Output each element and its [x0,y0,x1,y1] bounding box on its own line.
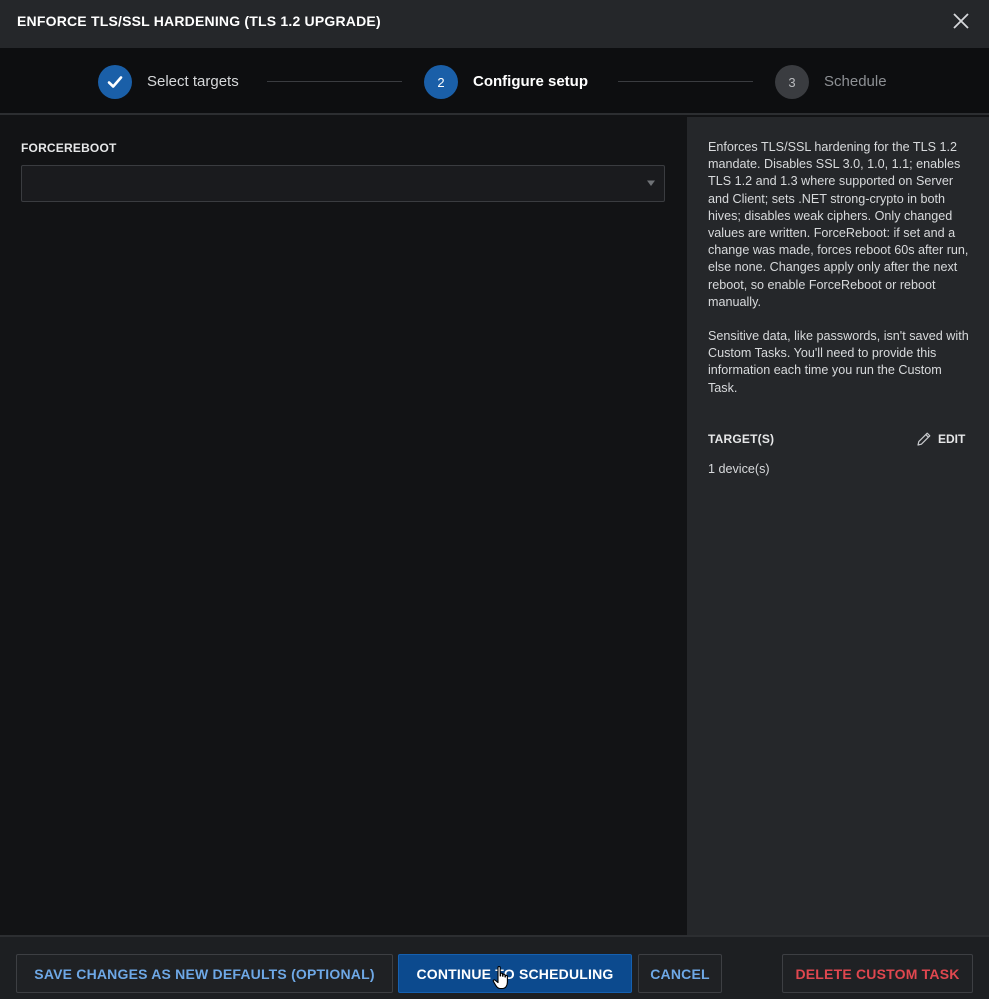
step-3-label: Schedule [824,73,887,90]
forcereboot-label: FORCEREBOOT [21,141,117,155]
step-2-circle: 2 [424,65,458,99]
edit-label: EDIT [938,432,966,446]
targets-heading: TARGET(S) [708,432,775,446]
wizard-stepper: Select targets 2 Configure setup 3 Sched… [0,48,989,115]
task-description: Enforces TLS/SSL hardening for the TLS 1… [708,139,970,397]
info-sidebar: Enforces TLS/SSL hardening for the TLS 1… [687,117,989,935]
chevron-down-icon [647,180,655,186]
step-connector [267,81,402,82]
forcereboot-select[interactable] [21,165,665,202]
configuration-form: FORCEREBOOT [0,117,687,935]
modal-header: ENFORCE TLS/SSL HARDENING (TLS 1.2 UPGRA… [0,0,989,48]
pencil-icon [917,432,931,446]
modal-footer: SAVE CHANGES AS NEW DEFAULTS (OPTIONAL) … [0,935,989,999]
check-icon [107,76,123,88]
close-button[interactable] [949,9,973,33]
save-defaults-button[interactable]: SAVE CHANGES AS NEW DEFAULTS (OPTIONAL) [16,954,393,993]
delete-custom-task-button[interactable]: DELETE CUSTOM TASK [782,954,973,993]
step-2-label: Configure setup [473,73,588,90]
close-icon [953,13,969,29]
step-3-circle: 3 [775,65,809,99]
sensitive-data-notice: Sensitive data, like passwords, isn't sa… [708,329,969,395]
cancel-button[interactable]: CANCEL [638,954,722,993]
description-paragraph: Enforces TLS/SSL hardening for the TLS 1… [708,140,969,309]
step-1-label: Select targets [147,73,239,90]
edit-targets-link[interactable]: EDIT [915,430,965,448]
continue-to-scheduling-button[interactable]: CONTINUE TO SCHEDULING [398,954,632,993]
modal-dialog: ENFORCE TLS/SSL HARDENING (TLS 1.2 UPGRA… [0,0,989,999]
step-1-circle [98,65,132,99]
step-connector [618,81,753,82]
modal-title: ENFORCE TLS/SSL HARDENING (TLS 1.2 UPGRA… [17,13,381,29]
target-count: 1 device(s) [708,462,770,476]
